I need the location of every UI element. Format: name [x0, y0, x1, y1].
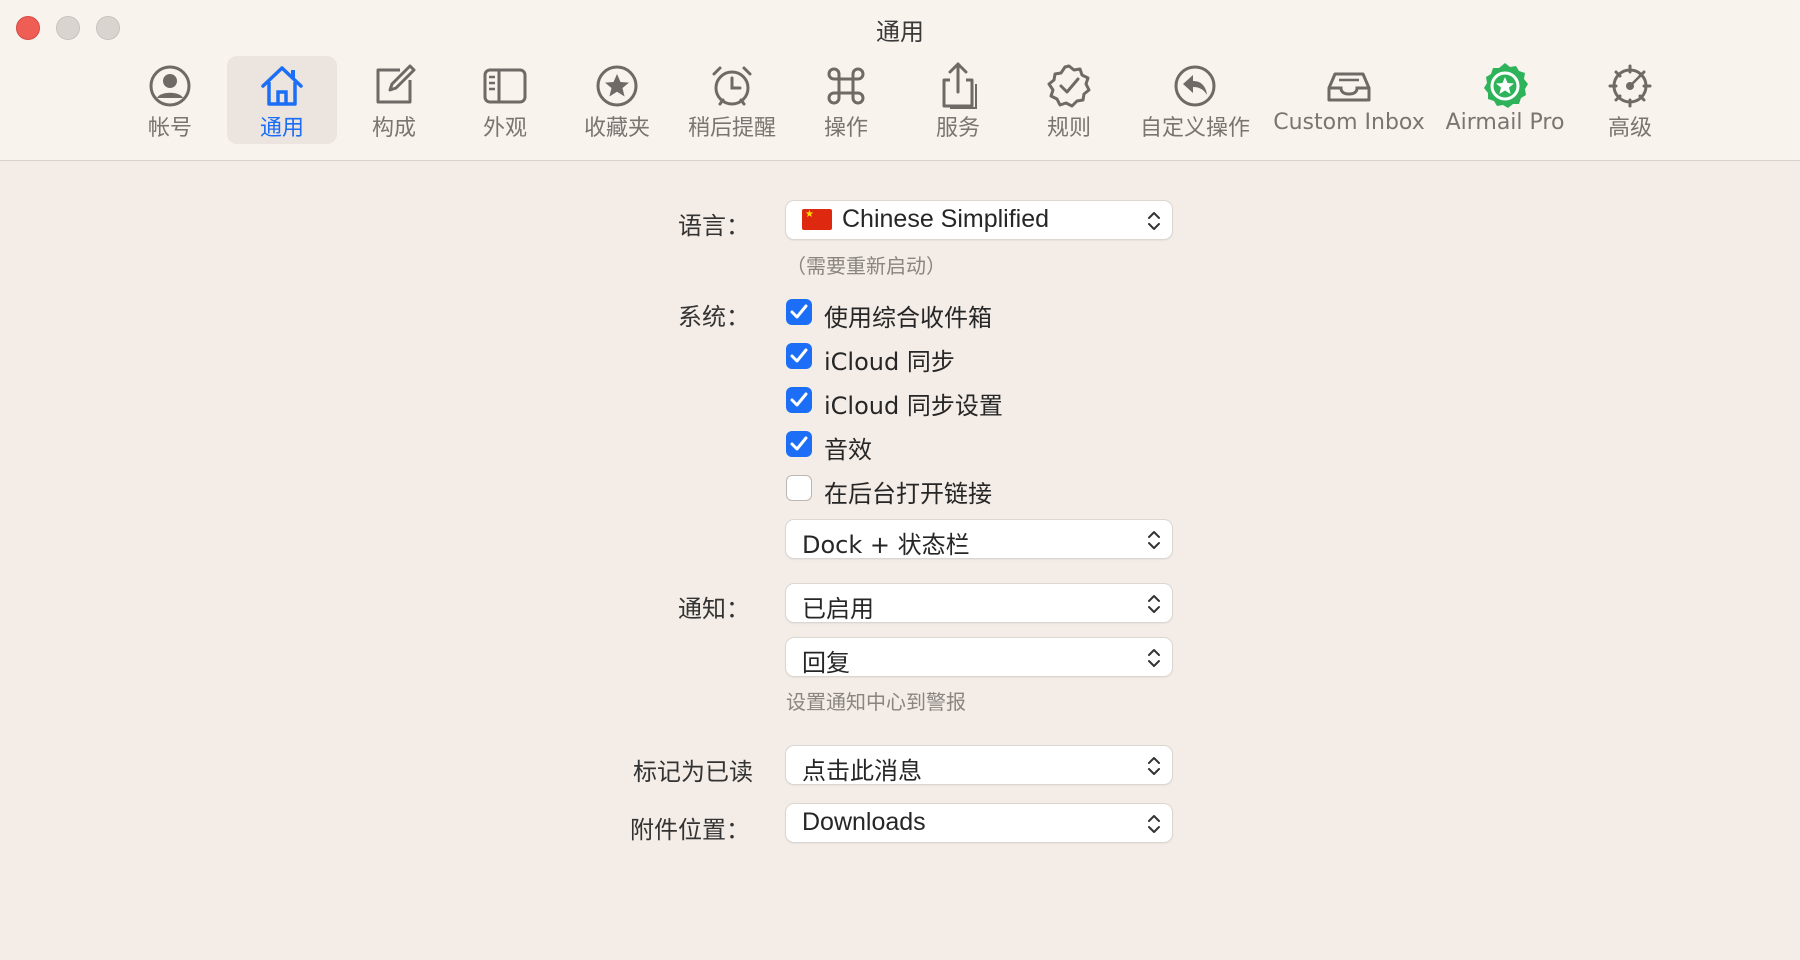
dock-mode-popup[interactable]: Dock + 状态栏: [786, 520, 1172, 559]
unified-inbox-label: 使用综合收件箱: [824, 304, 992, 332]
checkmark-icon: [790, 392, 808, 407]
command-icon: [827, 67, 865, 105]
notifications-state-popup[interactable]: 已启用: [786, 584, 1172, 623]
sound-effects-checkbox[interactable]: [786, 431, 812, 457]
chevron-updown-icon: [1148, 531, 1160, 549]
tab-label: 稍后提醒: [687, 116, 776, 141]
tab-label: 操作: [823, 116, 868, 141]
dock-mode-value: Dock + 状态栏: [802, 531, 970, 559]
icloud-sync-settings-label: iCloud 同步设置: [824, 392, 1003, 420]
icloud-sync-settings-checkbox[interactable]: [786, 387, 812, 413]
system-label: 系统：: [678, 303, 750, 331]
attachments-location-value: Downloads: [802, 808, 926, 836]
language-popup[interactable]: ★ Chinese Simplified: [786, 201, 1172, 239]
icloud-sync-label: iCloud 同步: [824, 348, 955, 376]
notifications-scope-value: 回复: [802, 649, 850, 677]
mark-read-label: 标记为已读: [633, 758, 753, 786]
icloud-sync-checkbox[interactable]: [786, 343, 812, 369]
tab-label: 外观: [482, 116, 527, 141]
tab-custom-inbox[interactable]: Custom Inbox: [1270, 56, 1428, 144]
language-label: 语言：: [678, 212, 750, 240]
tab-favorites[interactable]: 收藏夹: [567, 56, 667, 144]
tab-label: 收藏夹: [583, 116, 650, 141]
attachments-location-popup[interactable]: Downloads: [786, 804, 1172, 842]
window-title: 通用: [876, 18, 924, 46]
gear-icon: [1608, 64, 1652, 108]
mark-read-popup[interactable]: 点击此消息: [786, 746, 1172, 785]
open-links-background-checkbox[interactable]: [786, 475, 812, 501]
tray-icon: [1327, 72, 1371, 102]
tab-compose[interactable]: 构成: [346, 56, 442, 144]
restart-required-note: （需要重新启动）: [786, 254, 946, 278]
tab-services[interactable]: 服务: [910, 56, 1006, 144]
tab-snooze[interactable]: 稍后提醒: [680, 56, 784, 144]
tab-airmail-pro[interactable]: Airmail Pro: [1440, 56, 1570, 144]
reply-circle-icon: [1174, 65, 1216, 107]
tab-rules[interactable]: 规则: [1021, 56, 1117, 144]
preferences-window: 通用 帐号 通用 构成 外观 收藏夹 稍后提醒 操作 服务 规则 自定义操作 C…: [0, 0, 1800, 960]
compose-icon: [376, 64, 416, 104]
tab-actions[interactable]: 操作: [798, 56, 894, 144]
tab-label: 规则: [1046, 116, 1091, 141]
checkmark-seal-icon: [1047, 64, 1091, 108]
house-icon: [261, 66, 303, 106]
tab-label: 自定义操作: [1139, 116, 1250, 141]
tab-appearance[interactable]: 外观: [457, 56, 553, 144]
tab-account[interactable]: 帐号: [122, 56, 218, 144]
checkmark-icon: [790, 348, 808, 363]
sidebar-layout-icon: [483, 68, 527, 104]
chevron-updown-icon: [1148, 595, 1160, 613]
tab-general[interactable]: 通用: [227, 56, 337, 144]
checkmark-icon: [790, 304, 808, 319]
tab-label: Custom Inbox: [1273, 110, 1425, 135]
chevron-updown-icon: [1148, 757, 1160, 775]
open-links-background-label: 在后台打开链接: [824, 480, 992, 508]
tab-label: 高级: [1607, 116, 1652, 141]
notification-center-note: 设置通知中心到警报: [786, 690, 966, 714]
tab-advanced[interactable]: 高级: [1582, 56, 1678, 144]
chevron-updown-icon: [1148, 649, 1160, 667]
tab-label: 通用: [259, 116, 304, 141]
tab-label: 构成: [371, 116, 416, 141]
language-value: Chinese Simplified: [842, 205, 1050, 233]
notifications-scope-popup[interactable]: 回复: [786, 638, 1172, 677]
chevron-updown-icon: [1148, 212, 1160, 230]
tab-label: Airmail Pro: [1445, 110, 1565, 135]
tab-custom-actions[interactable]: 自定义操作: [1132, 56, 1258, 144]
china-flag-icon: ★: [802, 209, 832, 230]
person-circle-icon: [149, 65, 191, 107]
attachments-location-label: 附件位置：: [630, 816, 750, 844]
mark-read-value: 点击此消息: [802, 757, 922, 785]
chevron-updown-icon: [1148, 815, 1160, 833]
notifications-label: 通知：: [678, 595, 750, 623]
alarm-clock-icon: [712, 66, 752, 106]
notifications-state-value: 已启用: [802, 595, 874, 623]
sound-effects-label: 音效: [824, 436, 872, 464]
preferences-toolbar: 帐号 通用 构成 外观 收藏夹 稍后提醒 操作 服务 规则 自定义操作 Cust…: [0, 56, 1800, 146]
titlebar: 通用 帐号 通用 构成 外观 收藏夹 稍后提醒 操作 服务 规则 自定义操作 C…: [0, 0, 1800, 161]
tab-label: 帐号: [147, 116, 192, 141]
share-icon: [942, 62, 977, 109]
star-circle-icon: [596, 65, 638, 107]
tab-label: 服务: [935, 116, 980, 141]
checkmark-icon: [790, 436, 808, 451]
unified-inbox-checkbox[interactable]: [786, 299, 812, 325]
airmail-pro-badge-icon: [1484, 63, 1528, 108]
